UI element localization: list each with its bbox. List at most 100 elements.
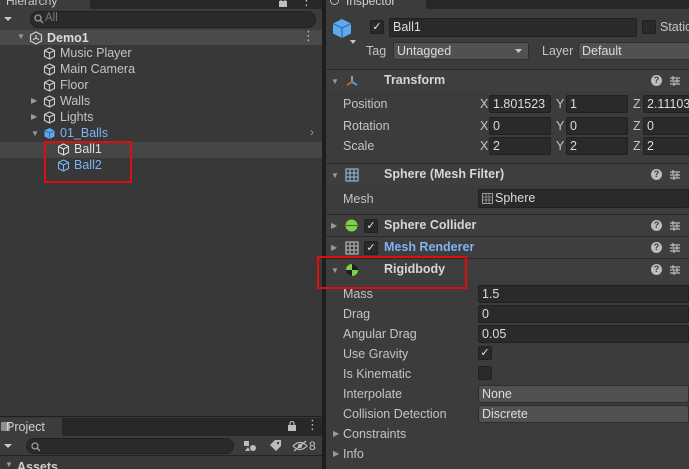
expand-arrow-icon[interactable]: ▶ (331, 244, 339, 252)
inspector-info-icon (330, 0, 339, 5)
object-cube-icon[interactable] (331, 17, 353, 41)
rotation-y-field[interactable]: 0 (566, 117, 628, 135)
info-foldout[interactable]: Info (343, 447, 364, 461)
is-kinematic-label: Is Kinematic (343, 367, 412, 381)
static-checkbox[interactable] (642, 20, 656, 34)
is-kinematic-checkbox[interactable] (478, 366, 492, 380)
create-dropdown-button[interactable] (2, 13, 18, 27)
prefab-cube-icon (44, 128, 55, 139)
create-dropdown-button[interactable] (2, 441, 16, 451)
position-x-field[interactable]: 1.801523 (489, 95, 551, 113)
layer-value: Default (582, 44, 622, 58)
more-menu-icon[interactable]: ⋮ (306, 417, 319, 433)
search-by-label-icon[interactable] (268, 439, 282, 453)
tag-dropdown[interactable]: Untagged (393, 42, 529, 60)
hidden-packages-eye-icon[interactable] (292, 440, 308, 452)
mass-value: 1.5 (482, 287, 500, 301)
scene-expand-arrow-icon[interactable]: ▼ (17, 33, 25, 41)
inspector-title: Inspector (346, 0, 396, 8)
hidden-packages-count: 8 (309, 439, 316, 453)
search-by-type-icon[interactable] (242, 439, 258, 453)
scene-menu-icon[interactable]: ⋮ (302, 28, 315, 44)
hierarchy-search-input[interactable] (30, 11, 316, 28)
scale-z-field[interactable]: 2 (643, 137, 689, 155)
expand-arrow-icon[interactable]: ▼ (31, 130, 39, 138)
interpolate-value: None (482, 387, 512, 401)
angular-drag-field[interactable]: 0.05 (478, 325, 689, 343)
project-tab[interactable]: Project (0, 418, 62, 436)
expand-arrow-icon[interactable]: ▶ (331, 222, 339, 230)
help-icon[interactable]: ? (651, 75, 662, 86)
mesh-renderer-enabled-checkbox[interactable]: ✓ (364, 241, 378, 255)
presets-settings-icon[interactable] (669, 242, 681, 254)
scale-y-field[interactable]: 2 (566, 137, 628, 155)
project-search-input[interactable] (26, 438, 234, 454)
hierarchy-item-label: Lights (60, 110, 94, 124)
scale-z-value: 2 (647, 139, 654, 153)
help-icon[interactable]: ? (651, 264, 662, 275)
interpolate-label: Interpolate (343, 387, 403, 401)
help-icon[interactable]: ? (651, 220, 662, 231)
hierarchy-item-01-balls[interactable]: ▼ 01_Balls › (0, 125, 322, 142)
object-active-checkbox[interactable]: ✓ (370, 20, 384, 34)
presets-settings-icon[interactable] (669, 220, 681, 232)
mesh-renderer-header[interactable]: ▶ ✓ Mesh Renderer ? (326, 236, 689, 258)
hierarchy-item-lights[interactable]: ▶ Lights (0, 110, 322, 126)
axis-x-label: X (480, 139, 489, 153)
info-expand-arrow-icon[interactable]: ▶ (333, 450, 341, 458)
expand-arrow-icon[interactable]: ▶ (31, 97, 39, 105)
transform-header[interactable]: ▼ Transform ? (326, 69, 689, 91)
constraints-foldout[interactable]: Constraints (343, 427, 406, 441)
expand-arrow-icon[interactable]: ▶ (31, 113, 39, 121)
position-z-field[interactable]: 2.11103 (643, 95, 689, 113)
expand-arrow-icon[interactable]: ▼ (331, 78, 339, 86)
scale-x-field[interactable]: 2 (489, 137, 551, 155)
position-y-field[interactable]: 1 (566, 95, 628, 113)
open-prefab-arrow-icon[interactable]: › (310, 125, 314, 139)
rotation-z-field[interactable]: 0 (643, 117, 689, 135)
hierarchy-item-walls[interactable]: ▶ Walls (0, 94, 322, 110)
more-menu-icon[interactable]: ⋮ (300, 0, 313, 9)
presets-settings-icon[interactable] (669, 169, 681, 181)
interpolate-dropdown[interactable]: None (478, 385, 689, 403)
constraints-expand-arrow-icon[interactable]: ▶ (333, 430, 341, 438)
position-y-value: 1 (570, 97, 577, 111)
drag-field[interactable]: 0 (478, 305, 689, 323)
hierarchy-item-music-player[interactable]: Music Player (0, 46, 322, 62)
rotation-label: Rotation (343, 119, 390, 133)
gameobject-cube-icon (43, 79, 56, 92)
mass-label: Mass (343, 287, 373, 301)
mass-field[interactable]: 1.5 (478, 285, 689, 303)
search-icon (34, 13, 44, 24)
hierarchy-item-label: Walls (60, 94, 91, 108)
scale-x-value: 2 (493, 139, 500, 153)
presets-settings-icon[interactable] (669, 75, 681, 87)
expand-arrow-icon[interactable]: ▼ (331, 172, 339, 180)
sphere-collider-enabled-checkbox[interactable]: ✓ (364, 219, 378, 233)
project-title: Project (6, 420, 45, 434)
position-x-value: 1.801523 (493, 97, 546, 111)
mesh-object-field[interactable]: Sphere (478, 189, 689, 208)
inspector-tab[interactable]: Inspector (326, 0, 426, 9)
mesh-label: Mesh (343, 192, 374, 206)
angular-drag-label: Angular Drag (343, 327, 417, 341)
help-icon[interactable]: ? (651, 169, 662, 180)
help-icon[interactable]: ? (651, 242, 662, 253)
sphere-collider-header[interactable]: ▶ ✓ Sphere Collider ? (326, 214, 689, 236)
presets-settings-icon[interactable] (669, 264, 681, 276)
hierarchy-item-floor[interactable]: Floor (0, 78, 322, 94)
lock-icon[interactable] (287, 420, 297, 431)
hierarchy-item-main-camera[interactable]: Main Camera (0, 62, 322, 78)
gameobject-cube-icon (43, 95, 56, 108)
object-name-field[interactable]: Ball1 (389, 18, 637, 37)
rotation-x-field[interactable]: 0 (489, 117, 551, 135)
use-gravity-checkbox[interactable]: ✓ (478, 346, 492, 360)
mesh-filter-header[interactable]: ▼ Sphere (Mesh Filter) ? (326, 163, 689, 185)
drag-label: Drag (343, 307, 371, 321)
layer-dropdown[interactable]: Default (578, 42, 689, 60)
lock-icon[interactable] (278, 0, 288, 7)
icon-dropdown-arrow-icon[interactable] (349, 39, 357, 45)
hierarchy-title: Hierarchy (6, 0, 58, 8)
assets-expand-arrow-icon[interactable]: ▼ (5, 461, 13, 469)
collision-detection-dropdown[interactable]: Discrete (478, 405, 689, 423)
